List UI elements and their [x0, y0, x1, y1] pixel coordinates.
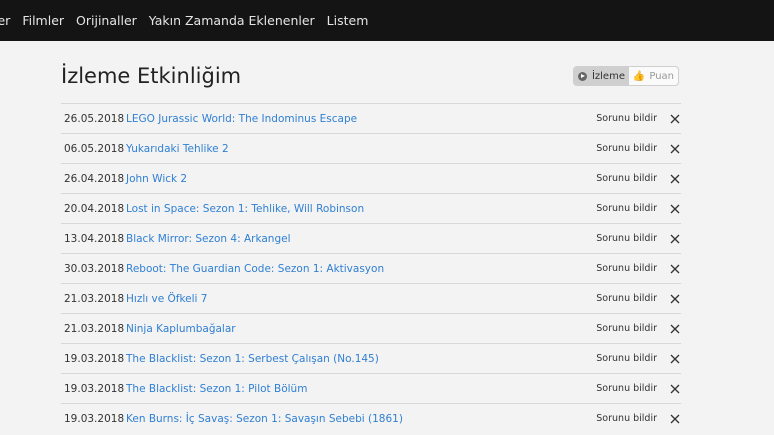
activity-title-link[interactable]: Reboot: The Guardian Code: Sezon 1: Akti…: [126, 263, 384, 275]
activity-row: 26.05.2018 LEGO Jurassic World: The Indom…: [61, 103, 681, 133]
activity-date: 06.05.2018: [64, 142, 125, 155]
rating-toggle-button[interactable]: 👍 Puan: [629, 67, 678, 85]
close-icon[interactable]: [669, 413, 681, 425]
close-icon[interactable]: [669, 203, 681, 215]
activity-row: 06.05.2018 Yukarıdaki Tehlike 2 Sorunu bil…: [61, 133, 681, 163]
watch-toggle-button[interactable]: İzleme: [574, 67, 629, 85]
activity-title-link[interactable]: Ken Burns: İç Savaş: Sezon 1: Savaşın Se…: [126, 413, 403, 425]
activity-row: 19.03.2018 The Blacklist: Sezon 1: Serbes…: [61, 343, 681, 373]
close-icon[interactable]: [669, 353, 681, 365]
activity-row: 30.03.2018 Reboot: The Guardian Code: Sez…: [61, 253, 681, 283]
activity-title-link[interactable]: Hızlı ve Öfkeli 7: [126, 293, 208, 305]
activity-date: 26.05.2018: [64, 112, 125, 125]
main-nav: ler Filmler Orijinaller Yakın Zamanda Ek…: [0, 13, 380, 28]
activity-date: 19.03.2018: [64, 352, 125, 365]
activity-row: 26.04.2018 John Wick 2 Sorunu bildir: [61, 163, 681, 193]
report-problem-link[interactable]: Sorunu bildir: [596, 263, 657, 274]
activity-title-link[interactable]: Ninja Kaplumbağalar: [126, 323, 236, 335]
activity-date: 26.04.2018: [64, 172, 125, 185]
nav-item-my-list[interactable]: Listem: [327, 13, 369, 28]
report-problem-link[interactable]: Sorunu bildir: [596, 203, 657, 214]
activity-row: 21.03.2018 Ninja Kaplumbağalar Sorunu bild…: [61, 313, 681, 343]
activity-row: 21.03.2018 Hızlı ve Öfkeli 7 Sorunu bildir: [61, 283, 681, 313]
close-icon[interactable]: [669, 143, 681, 155]
report-problem-link[interactable]: Sorunu bildir: [596, 143, 657, 154]
report-problem-link[interactable]: Sorunu bildir: [596, 173, 657, 184]
top-navigation-bar: ler Filmler Orijinaller Yakın Zamanda Ek…: [0, 0, 774, 41]
report-problem-link[interactable]: Sorunu bildir: [596, 113, 657, 124]
activity-title-link[interactable]: John Wick 2: [126, 173, 187, 185]
activity-row: 20.04.2018 Lost in Space: Sezon 1: Tehlik…: [61, 193, 681, 223]
activity-list: 26.05.2018 LEGO Jurassic World: The Indom…: [61, 103, 681, 433]
activity-row: 19.03.2018 Ken Burns: İç Savaş: Sezon 1: …: [61, 403, 681, 433]
close-icon[interactable]: [669, 233, 681, 245]
close-icon[interactable]: [669, 293, 681, 305]
page-title: İzleme Etkinliğim: [61, 64, 242, 88]
activity-title-link[interactable]: Yukarıdaki Tehlike 2: [126, 143, 229, 155]
activity-date: 21.03.2018: [64, 292, 125, 305]
rating-toggle-label: Puan: [649, 70, 675, 82]
close-icon[interactable]: [669, 173, 681, 185]
activity-type-toggle: İzleme 👍 Puan: [573, 66, 679, 86]
activity-date: 13.04.2018: [64, 232, 125, 245]
activity-title-link[interactable]: The Blacklist: Sezon 1: Serbest Çalışan …: [126, 353, 379, 365]
report-problem-link[interactable]: Sorunu bildir: [596, 293, 657, 304]
activity-date: 19.03.2018: [64, 382, 125, 395]
nav-item-originals[interactable]: Orijinaller: [76, 13, 137, 28]
activity-title-link[interactable]: LEGO Jurassic World: The Indominus Escap…: [126, 113, 357, 125]
watch-toggle-label: İzleme: [591, 70, 625, 82]
activity-title-link[interactable]: Lost in Space: Sezon 1: Tehlike, Will Ro…: [126, 203, 364, 215]
activity-date: 21.03.2018: [64, 322, 125, 335]
activity-title-link[interactable]: Black Mirror: Sezon 4: Arkangel: [126, 233, 291, 245]
close-icon[interactable]: [669, 323, 681, 335]
activity-title-link[interactable]: The Blacklist: Sezon 1: Pilot Bölüm: [126, 383, 307, 395]
play-circle-icon: [577, 71, 587, 81]
activity-row: 13.04.2018 Black Mirror: Sezon 4: Arkange…: [61, 223, 681, 253]
report-problem-link[interactable]: Sorunu bildir: [596, 353, 657, 364]
nav-item-films[interactable]: Filmler: [22, 13, 64, 28]
close-icon[interactable]: [669, 263, 681, 275]
report-problem-link[interactable]: Sorunu bildir: [596, 323, 657, 334]
activity-date: 20.04.2018: [64, 202, 125, 215]
thumb-icon: 👍: [632, 70, 646, 82]
report-problem-link[interactable]: Sorunu bildir: [596, 233, 657, 244]
activity-date: 30.03.2018: [64, 262, 125, 275]
activity-row: 19.03.2018 The Blacklist: Sezon 1: Pilot …: [61, 373, 681, 403]
activity-date: 19.03.2018: [64, 412, 125, 425]
nav-item-series[interactable]: ler: [0, 13, 10, 28]
close-icon[interactable]: [669, 383, 681, 395]
close-icon[interactable]: [669, 113, 681, 125]
nav-item-recently-added[interactable]: Yakın Zamanda Eklenenler: [149, 13, 315, 28]
report-problem-link[interactable]: Sorunu bildir: [596, 413, 657, 424]
report-problem-link[interactable]: Sorunu bildir: [596, 383, 657, 394]
